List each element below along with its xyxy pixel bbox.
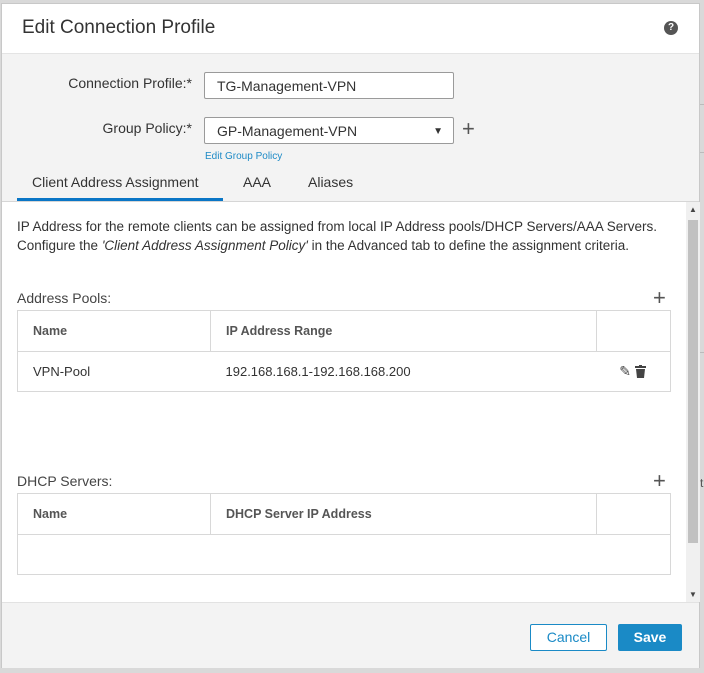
dialog-header: Edit Connection Profile ? [2,4,699,54]
backdrop-divider [700,352,704,353]
group-policy-selected-value: GP-Management-VPN [217,123,358,139]
address-pools-label: Address Pools: [17,290,112,306]
table-header-row: Name DHCP Server IP Address [17,493,671,535]
tab-aaa[interactable]: AAA [243,174,271,190]
content-scrollbar[interactable]: ▲ ▼ [686,202,700,602]
column-header-name: Name [17,310,211,352]
assignment-description: IP Address for the remote clients can be… [17,217,677,255]
question-circle-icon[interactable]: ? [664,21,678,35]
profile-settings-area: Connection Profile:* TG-Management-VPN G… [2,54,699,202]
scroll-thumb[interactable] [688,220,698,543]
group-policy-select[interactable]: GP-Management-VPN ▼ [204,117,454,144]
scroll-up-arrow-icon[interactable]: ▲ [689,205,697,214]
backdrop-divider [700,104,704,105]
description-text-end: in the Advanced tab to define the assign… [307,238,630,253]
tab-aliases[interactable]: Aliases [308,174,353,190]
column-header-actions [596,310,671,352]
connection-profile-label: Connection Profile:* [68,75,192,91]
pool-range-cell: 192.168.168.1-192.168.168.200 [210,351,597,392]
pool-name-cell: VPN-Pool [17,351,211,392]
column-header-actions [596,493,671,535]
table-row: VPN-Pool 192.168.168.1-192.168.168.200 ✎ [17,351,671,392]
group-policy-label: Group Policy:* [102,120,192,136]
tab-bar: Client Address Assignment AAA Aliases [2,168,699,202]
column-header-name: Name [17,493,211,535]
dialog-footer: Cancel Save [2,602,699,668]
backdrop-text-fragment: t [700,476,704,490]
dhcp-servers-table: Name DHCP Server IP Address [17,493,671,575]
connection-profile-input[interactable]: TG-Management-VPN [204,72,454,99]
save-button[interactable]: Save [618,624,682,651]
tab-content-panel: IP Address for the remote clients can be… [2,202,686,602]
empty-cell [17,534,671,575]
add-group-policy-plus-icon[interactable]: + [462,118,475,140]
tab-client-address-assignment[interactable]: Client Address Assignment [32,174,199,190]
policy-name-text: 'Client Address Assignment Policy' [101,238,308,253]
dropdown-caret-icon: ▼ [433,126,443,137]
column-header-ip-range: IP Address Range [210,310,597,352]
dhcp-servers-label: DHCP Servers: [17,473,113,489]
dialog-title: Edit Connection Profile [22,17,216,38]
table-header-row: Name IP Address Range [17,310,671,352]
add-address-pool-plus-icon[interactable]: + [653,287,666,309]
edit-group-policy-link[interactable]: Edit Group Policy [205,151,282,162]
row-actions-cell: ✎ [596,351,671,392]
backdrop-divider [700,152,704,153]
column-header-dhcp-ip: DHCP Server IP Address [210,493,597,535]
edit-connection-profile-dialog: Edit Connection Profile ? Connection Pro… [1,3,700,668]
trash-icon[interactable] [635,364,646,381]
empty-table-row [17,534,671,575]
add-dhcp-server-plus-icon[interactable]: + [653,470,666,492]
address-pools-table: Name IP Address Range VPN-Pool 192.168.1… [17,310,671,392]
scroll-down-arrow-icon[interactable]: ▼ [689,590,697,599]
pencil-icon[interactable]: ✎ [619,363,631,380]
cancel-button[interactable]: Cancel [530,624,607,651]
